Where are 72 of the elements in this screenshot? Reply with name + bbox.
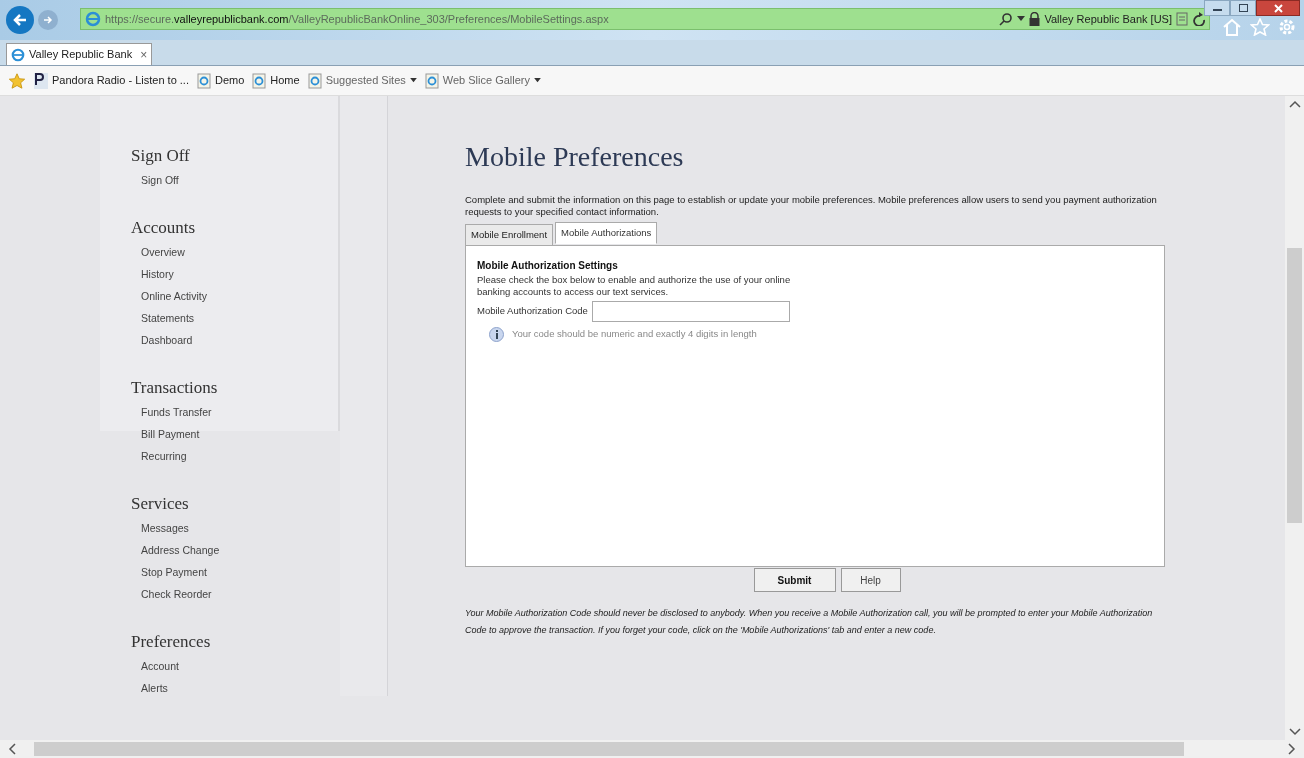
sidebar-link[interactable]: Sign Off (141, 169, 179, 191)
submit-button[interactable]: Submit (753, 568, 836, 592)
refresh-icon[interactable] (1192, 12, 1205, 26)
page-icon (11, 47, 25, 62)
scroll-up-icon[interactable] (1288, 100, 1301, 108)
sidebar-link[interactable]: Overview (141, 241, 185, 263)
intro-text: Complete and submit the information on this page to establish or update your mobile preferences. Mobile preferences allow users to send you payment authorization requests to your specified contact information. (465, 194, 1158, 218)
scroll-down-icon[interactable] (1288, 728, 1301, 736)
favorites-star-icon[interactable] (8, 71, 26, 90)
page-title: Mobile Preferences (465, 140, 685, 174)
minimize-button[interactable] (1204, 0, 1230, 16)
sidebar-link[interactable]: Online Activity (141, 285, 207, 307)
sidebar-link[interactable]: Recurring (141, 445, 187, 467)
tab[interactable]: Mobile Enrollment (465, 224, 554, 246)
favorite-link[interactable]: Home (252, 72, 300, 89)
close-button[interactable] (1256, 0, 1300, 16)
caret-icon[interactable] (1017, 16, 1026, 22)
sidebar-heading: Transactions (131, 378, 219, 398)
address-bar[interactable]: https://secure.valleyrepublicbank.com/ValleyRepublicBankOnline_303/Preferences/MobileSettings.aspx Valley Republic Bank [US] (80, 8, 1210, 30)
horizontal-scrollbar[interactable] (0, 740, 1304, 758)
page-icon (85, 11, 101, 27)
sidebar-link[interactable]: Alerts (141, 677, 168, 699)
search-icon[interactable] (999, 12, 1014, 26)
tab-title: Valley Republic Bank (29, 47, 133, 63)
url-text: https://secure.valleyrepublicbank.com/ValleyRepublicBankOnline_303/Preferences/MobileSettings.aspx (105, 11, 609, 27)
sidebar-link[interactable]: Bill Payment (141, 423, 200, 445)
restore-button[interactable] (1230, 0, 1256, 16)
sidebar-link[interactable]: History (141, 263, 174, 285)
lock-icon (1029, 12, 1041, 26)
sidebar-link[interactable]: Account (141, 655, 179, 677)
forward-arrow-icon (43, 15, 53, 25)
favorite-link[interactable]: Web Slice Gallery (424, 72, 541, 89)
sidebar-link[interactable]: Funds Transfer (141, 401, 212, 423)
info-icon (489, 327, 504, 342)
sidebar-link[interactable]: Address Change (141, 539, 220, 561)
close-icon (1273, 3, 1283, 13)
sidebar-heading: Sign Off (131, 146, 191, 166)
panel-heading: Mobile Authorization Settings (477, 259, 619, 273)
favorite-link[interactable]: Demo (196, 72, 245, 89)
sidebar-link[interactable]: Stop Payment (141, 561, 207, 583)
help-button[interactable]: Help (840, 568, 901, 592)
sidebar-heading: Preferences (131, 632, 212, 652)
web-page-icon (307, 72, 322, 89)
field-label: Mobile Authorization Code (477, 304, 588, 319)
web-page-icon (252, 72, 267, 89)
sidebar-link[interactable]: Dashboard (141, 329, 193, 351)
footnote-text: Your Mobile Authorization Code should never be disclosed to anybody. When you receive a Mobile Authorization call, you will be prompted to enter your Mobile Authorization Code to approve the transaction. If you forget your code, click on the 'Mobile Authorizations' tab and enter a new code. (465, 607, 1154, 637)
sidebar-link[interactable]: Check Reorder (141, 583, 212, 605)
site-identity[interactable]: Valley Republic Bank [US] (1044, 10, 1172, 28)
star-icon[interactable] (1250, 18, 1270, 36)
code-input[interactable] (591, 301, 790, 322)
panel-description: Please check the box below to enable and authorize the use of your online banking accounts to access our text services. (477, 274, 792, 298)
sidebar-link[interactable]: Statements (141, 307, 195, 329)
favorite-link[interactable]: Pandora Radio - Listen to ... (34, 72, 189, 89)
sidebar-heading: Accounts (131, 218, 197, 238)
web-page-icon (424, 72, 439, 89)
favorite-link[interactable]: Suggested Sites (307, 72, 417, 89)
back-arrow-icon (12, 12, 28, 28)
back-button[interactable] (6, 6, 34, 34)
web-page-icon (196, 72, 211, 89)
caret-icon[interactable] (409, 78, 417, 83)
scroll-right-icon[interactable] (1288, 743, 1296, 755)
caret-icon[interactable] (534, 78, 541, 83)
pandora-icon (34, 72, 48, 89)
sidebar-link[interactable]: Messages (141, 517, 189, 539)
tab[interactable]: Mobile Authorizations (555, 222, 658, 244)
scroll-left-icon[interactable] (8, 743, 16, 755)
tab-close-button[interactable]: × (140, 45, 148, 64)
browser-tab[interactable]: Valley Republic Bank × (6, 43, 153, 65)
hint-text: Your code should be numeric and exactly 4 digits in length (512, 327, 757, 342)
vertical-scrollbar[interactable] (1285, 96, 1304, 740)
sidebar-heading: Services (131, 494, 190, 514)
